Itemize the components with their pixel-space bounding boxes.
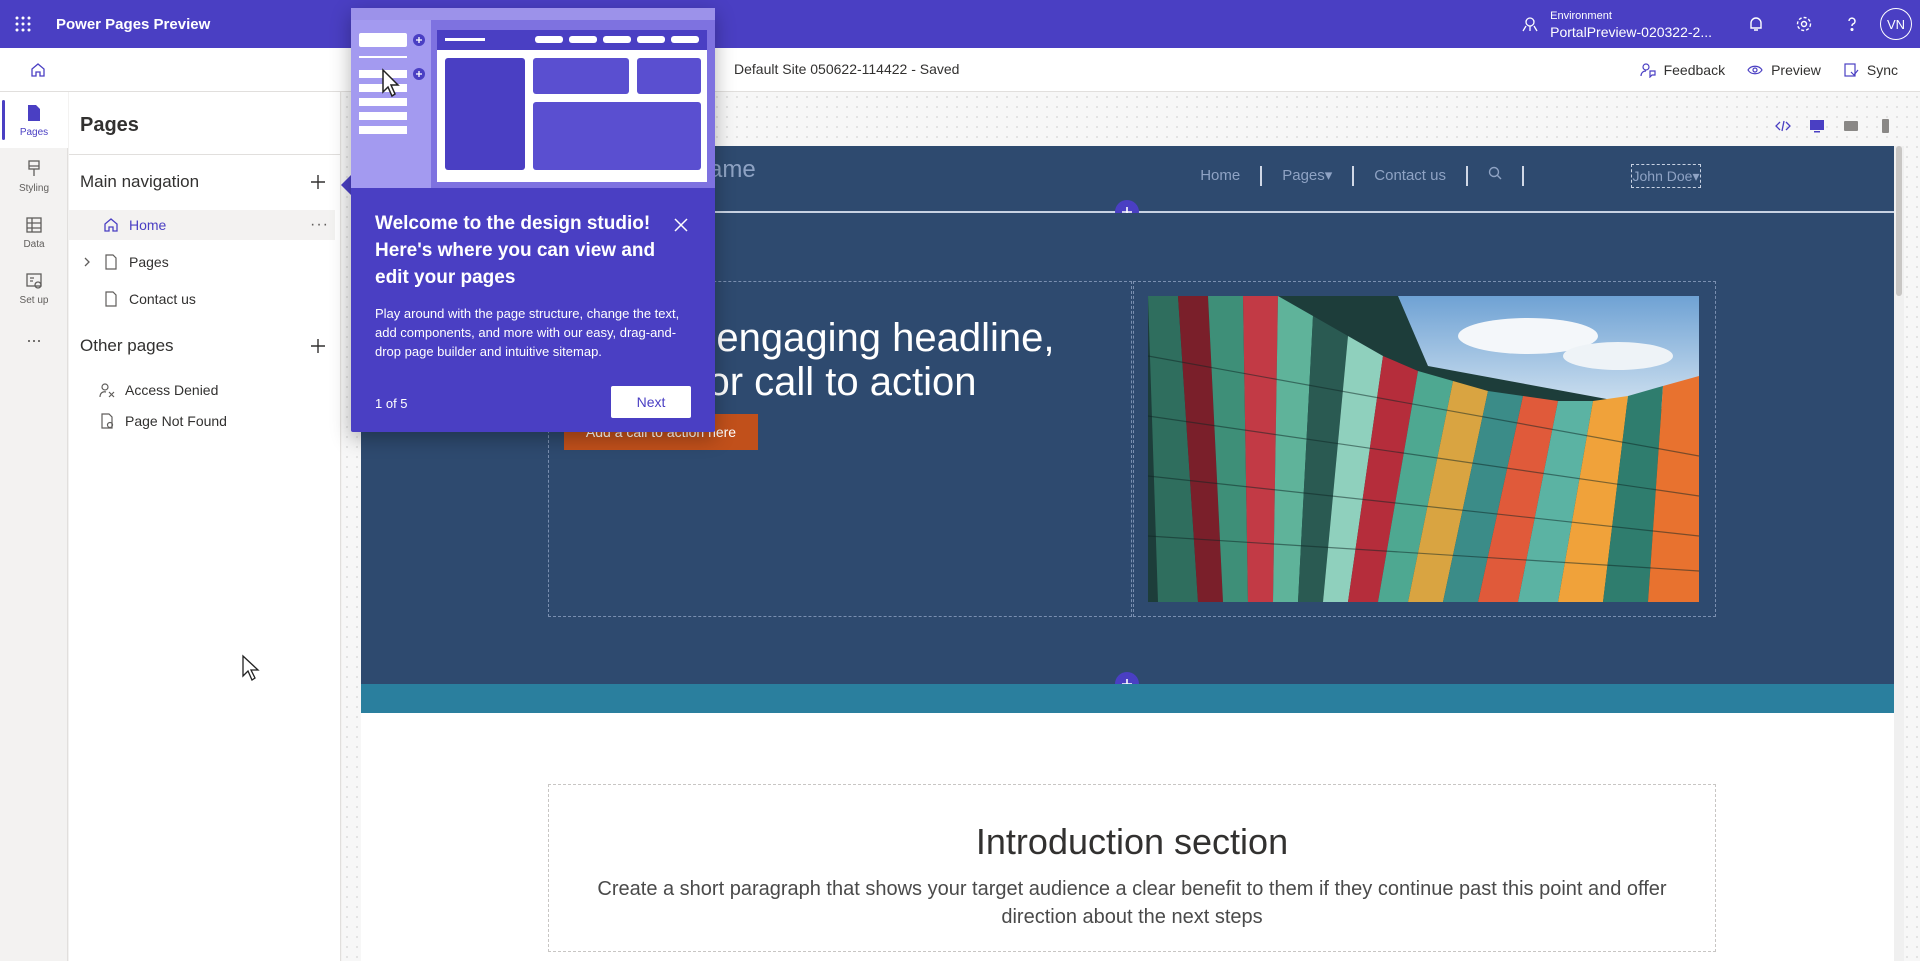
sync-label: Sync — [1866, 62, 1898, 78]
site-status: Default Site 050622-114422 - Saved — [734, 61, 960, 77]
rail-more-icon[interactable]: ... — [0, 316, 68, 356]
tree-item-page-not-found[interactable]: Page Not Found — [69, 406, 335, 436]
command-bar: Default Site 050622-114422 - Saved Feedb… — [0, 48, 1920, 92]
environment-name: PortalPreview-020322-2... — [1550, 24, 1712, 40]
feedback-button[interactable]: Feedback — [1639, 62, 1726, 78]
other-pages-title: Other pages — [80, 336, 174, 355]
rail-item-label: Styling — [18, 182, 49, 194]
rail-item-setup[interactable]: Set up — [0, 260, 68, 316]
tree-item-contact-us[interactable]: Contact us — [69, 284, 335, 314]
rail-item-styling[interactable]: Styling — [0, 148, 68, 204]
help-icon[interactable] — [1828, 0, 1876, 48]
page-icon — [105, 291, 117, 307]
setup-icon — [26, 272, 42, 289]
rail-item-data[interactable]: Data — [0, 204, 68, 260]
tree-item-label: Access Denied — [125, 382, 219, 398]
top-bar: Power Pages Preview Environment PortalPr… — [0, 0, 1920, 48]
rail-item-label: Data — [23, 238, 45, 250]
tree-item-label: Page Not Found — [125, 413, 227, 429]
intro-text[interactable]: Create a short paragraph that shows your… — [582, 875, 1682, 931]
main-navigation-title: Main navigation — [80, 172, 200, 191]
sync-icon — [1844, 63, 1859, 77]
add-other-page-icon[interactable] — [308, 336, 328, 356]
app-launcher-icon[interactable] — [0, 0, 46, 48]
panel-title: Pages — [80, 114, 139, 136]
mouse-cursor-icon — [242, 654, 260, 681]
more-options-icon[interactable]: ··· — [310, 216, 329, 234]
sync-button[interactable]: Sync — [1843, 62, 1898, 78]
hero-image[interactable] — [1148, 296, 1699, 602]
feedback-icon — [1639, 63, 1656, 78]
hero-image-column[interactable] — [1133, 281, 1716, 617]
site-nav-home[interactable]: Home — [1180, 166, 1263, 186]
bubble-title: Welcome to the design studio! Here's whe… — [375, 213, 656, 288]
tree-item-access-denied[interactable]: Access Denied — [69, 375, 335, 405]
preview-label: Preview — [1771, 62, 1821, 78]
tree-item-label: Pages — [129, 254, 169, 270]
scrollbar-thumb[interactable] — [1896, 146, 1902, 296]
site-user-menu[interactable]: John Doe▾ — [1631, 164, 1701, 188]
tree-item-home[interactable]: Home ··· — [69, 210, 335, 240]
pages-icon — [28, 104, 40, 121]
next-button[interactable]: Next — [611, 386, 691, 418]
intro-section[interactable]: Introduction section Create a short para… — [548, 784, 1716, 952]
intro-title[interactable]: Introduction section — [549, 821, 1715, 863]
chevron-right-icon[interactable] — [81, 256, 93, 268]
code-view-icon[interactable] — [1766, 112, 1800, 140]
device-toolbar — [1766, 112, 1902, 140]
preview-button[interactable]: Preview — [1747, 62, 1821, 78]
table-icon — [26, 216, 42, 233]
site-nav: Home Pages▾ Contact us — [1180, 166, 1564, 186]
home-icon[interactable] — [0, 48, 76, 92]
settings-gear-icon[interactable] — [1780, 0, 1828, 48]
canvas-scrollbar[interactable] — [1894, 146, 1904, 961]
access-denied-icon — [99, 383, 115, 398]
tree-item-label: Contact us — [129, 291, 196, 307]
site-name: ame — [709, 156, 756, 183]
site-nav-contact[interactable]: Contact us — [1354, 166, 1468, 186]
site-search-icon[interactable] — [1468, 166, 1524, 186]
tablet-view-icon[interactable] — [1834, 112, 1868, 140]
close-icon[interactable] — [671, 215, 691, 235]
feedback-label: Feedback — [1663, 62, 1726, 78]
rail-item-label: Set up — [19, 294, 49, 306]
rail-item-label: Pages — [19, 126, 49, 138]
divider — [69, 154, 341, 155]
rail-item-pages[interactable]: Pages — [0, 92, 68, 148]
brush-icon — [28, 159, 40, 176]
page-not-found-icon — [101, 413, 114, 429]
pages-panel: Pages Main navigation Home ··· Pages Con… — [69, 92, 341, 961]
bubble-arrow — [341, 175, 351, 195]
desktop-view-icon[interactable] — [1800, 112, 1834, 140]
environment-label: Environment — [1550, 10, 1612, 22]
site-nav-pages[interactable]: Pages▾ — [1262, 166, 1355, 186]
tree-item-pages[interactable]: Pages — [69, 247, 335, 277]
left-rail: Pages Styling Data Set up ... — [0, 92, 68, 961]
preview-eye-icon — [1747, 65, 1763, 75]
bubble-step-counter: 1 of 5 — [375, 396, 408, 411]
environment-icon — [1522, 17, 1538, 32]
add-main-nav-page-icon[interactable] — [308, 172, 328, 192]
bubble-body: Play around with the page structure, cha… — [375, 306, 680, 359]
mobile-view-icon[interactable] — [1868, 112, 1902, 140]
welcome-teaching-bubble: Welcome to the design studio! Here's whe… — [351, 8, 715, 432]
teal-band-section[interactable] — [361, 684, 1894, 713]
page-icon — [105, 254, 117, 270]
app-title: Power Pages Preview — [56, 15, 211, 33]
tree-item-label: Home — [129, 217, 167, 233]
notifications-icon[interactable] — [1732, 0, 1780, 48]
user-avatar[interactable]: VN — [1880, 8, 1912, 40]
design-studio-illustration — [351, 8, 715, 188]
environment-picker[interactable]: Environment PortalPreview-020322-2... — [1520, 8, 1712, 40]
home-icon — [104, 218, 118, 232]
